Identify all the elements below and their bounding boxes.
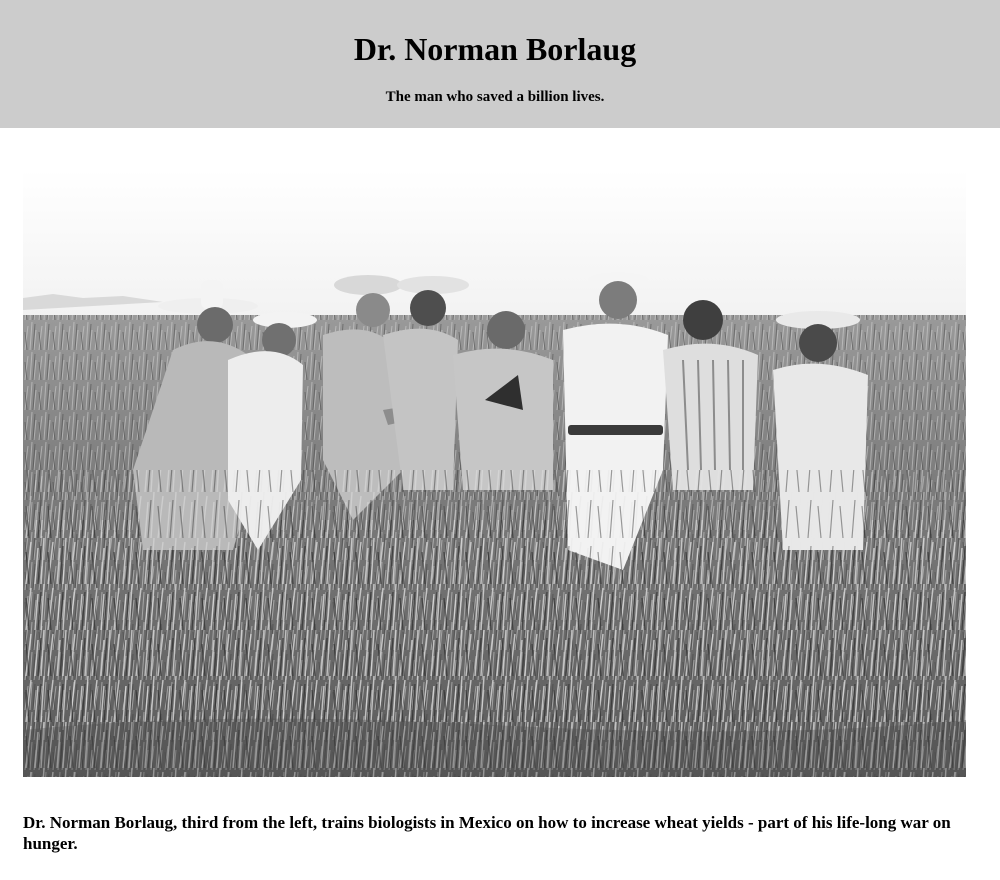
page-title: Dr. Norman Borlaug	[353, 31, 637, 67]
photo-caption: Dr. Norman Borlaug, third from the left,…	[23, 813, 951, 853]
borlaug-photo	[23, 170, 966, 777]
page-header: Dr. Norman Borlaug The man who saved a b…	[0, 0, 1000, 128]
page-subtitle: The man who saved a billion lives.	[385, 89, 605, 105]
